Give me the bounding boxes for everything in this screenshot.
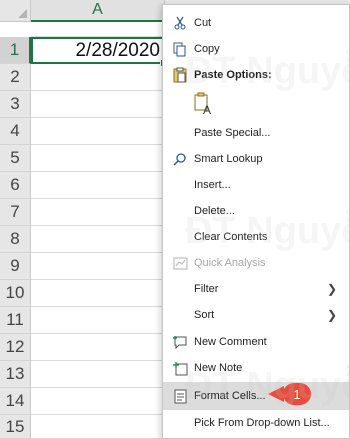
badge-pointer [268, 386, 284, 402]
menu-label: Cut [194, 17, 212, 29]
row-header-2[interactable]: 2 [0, 64, 31, 91]
menu-item-insert[interactable]: Insert... [163, 172, 349, 198]
row-header-6[interactable]: 6 [0, 172, 31, 199]
row-header-5[interactable]: 5 [0, 145, 31, 172]
new-note-icon [171, 359, 189, 377]
menu-label: Filter [194, 283, 219, 295]
chevron-right-icon: ❯ [326, 282, 337, 296]
scissors-icon [171, 14, 189, 32]
select-all-corner[interactable] [0, 0, 31, 22]
menu-label: Pick From Drop-down List... [194, 417, 330, 429]
step-badge: 1 [283, 383, 311, 405]
menu-item-new-comment[interactable]: New Comment [163, 329, 349, 355]
paste-values-option[interactable]: A [163, 88, 349, 120]
menu-label: Sort [194, 309, 215, 321]
menu-item-new-note[interactable]: New Note [163, 355, 349, 381]
menu-label: New Note [194, 362, 243, 374]
cell-a1[interactable]: 2/28/2020 [31, 37, 165, 64]
clipboard-icon [171, 66, 189, 84]
row-header-14[interactable]: 14 [0, 388, 31, 415]
row-header-7[interactable]: 7 [0, 199, 31, 226]
row-header-12[interactable]: 12 [0, 334, 31, 361]
row-header-3[interactable]: 3 [0, 91, 31, 118]
format-cells-icon [171, 387, 189, 405]
column-header-a[interactable]: A [31, 0, 165, 22]
menu-item-filter[interactable]: Filter ❯ [163, 276, 349, 302]
menu-item-format-cells[interactable]: Format Cells... [163, 382, 349, 410]
menu-item-paste-special[interactable]: Paste Special... [163, 120, 349, 146]
menu-label: Paste Special... [194, 127, 271, 139]
menu-item-cut[interactable]: Cut [163, 10, 349, 36]
menu-item-pick-from-list[interactable]: Pick From Drop-down List... [163, 410, 349, 436]
row-header-9[interactable]: 9 [0, 253, 31, 280]
menu-item-sort[interactable]: Sort ❯ [163, 302, 349, 328]
context-menu: Cut Copy Paste Options: A Paste Special.… [162, 4, 350, 439]
row-header-4[interactable]: 4 [0, 118, 31, 145]
row-header-8[interactable]: 8 [0, 226, 31, 253]
menu-label: Quick Analysis [194, 257, 266, 269]
menu-label: Insert... [194, 179, 231, 191]
menu-item-delete[interactable]: Delete... [163, 198, 349, 224]
copy-icon [171, 40, 189, 58]
row-header-10[interactable]: 10 [0, 280, 31, 307]
menu-item-smart-lookup[interactable]: Smart Lookup [163, 146, 349, 172]
row-header-13[interactable]: 13 [0, 361, 31, 388]
row-header-1[interactable]: 1 [0, 37, 31, 64]
row-header-11[interactable]: 11 [0, 307, 31, 334]
svg-text:A: A [203, 103, 211, 116]
menu-item-quick-analysis: Quick Analysis [163, 250, 349, 276]
menu-label: Delete... [194, 205, 235, 217]
menu-item-clear-contents[interactable]: Clear Contents [163, 224, 349, 250]
menu-item-paste-options: Paste Options: [163, 62, 349, 88]
new-comment-icon [171, 333, 189, 351]
quick-analysis-icon [171, 254, 189, 272]
menu-item-copy[interactable]: Copy [163, 36, 349, 62]
menu-label: Copy [194, 43, 220, 55]
paste-values-icon: A [193, 91, 215, 117]
row-header-15[interactable]: 15 [0, 415, 31, 439]
search-icon [171, 150, 189, 168]
menu-label: New Comment [194, 336, 267, 348]
chevron-right-icon: ❯ [326, 308, 337, 322]
menu-label: Paste Options: [194, 69, 272, 81]
menu-label: Format Cells... [194, 390, 266, 402]
menu-label: Clear Contents [194, 231, 268, 243]
menu-label: Smart Lookup [194, 153, 263, 165]
